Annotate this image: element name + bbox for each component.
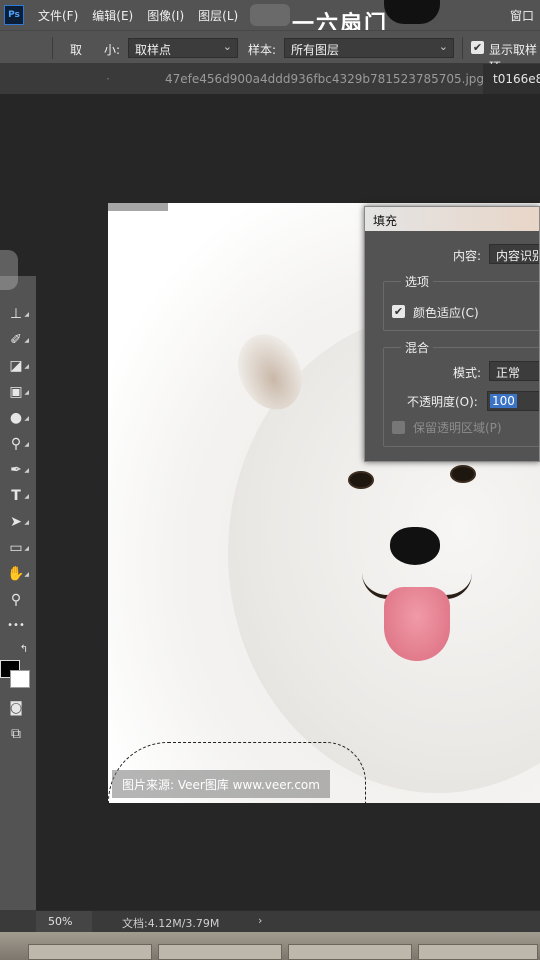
sample-size-select[interactable]: 取样点 ⌄ [128,38,238,58]
background-color-swatch[interactable] [10,670,30,688]
mode-label: 模式: [453,366,482,380]
tab-label: t0166e8 [493,72,540,86]
tab-document-active[interactable]: t0166e8 [483,64,540,94]
chevron-down-icon: ⌄ [438,40,448,53]
canvas-top-strip [108,203,168,211]
opacity-label: 不透明度(O): [407,395,478,409]
dog-eye-left [348,471,374,489]
menu-edit[interactable]: 编辑(E) [92,7,133,24]
taskbar-item[interactable] [158,944,282,960]
opacity-value: 100 [490,394,517,408]
chevron-down-icon: ⌄ [222,40,232,53]
dog-nose [390,527,440,565]
status-bar: 50% 文档:4.12M/3.79M › [36,910,540,933]
mode-select[interactable]: 正常 [489,361,539,381]
more-glyph: ••• [7,620,25,631]
document-tab-bar: · 47efe456d900a4ddd936fbc4329b7815237857… [0,64,540,94]
stamp-icon[interactable]: ⊥ ◢ [6,304,29,324]
screen-mode-icon[interactable]: ⧉ [6,724,26,744]
dodge-icon[interactable]: ⚲ ◢ [6,434,29,454]
tab-overflow[interactable]: · [100,64,120,94]
toolbar-footer [0,910,36,932]
menu-file[interactable]: 文件(F) [38,7,78,24]
history-brush-icon[interactable]: ✐ ◢ [6,330,29,350]
tab-label: 47efe456d900a4ddd936fbc4329b781523785705… [165,72,483,86]
taskbar-item[interactable] [418,944,538,960]
eraser-icon[interactable]: ◪ ◢ [6,356,29,376]
path-select-icon[interactable]: ➤ ◢ [6,512,29,532]
content-select[interactable]: 内容识别 [489,244,540,264]
preserve-transparency-checkbox[interactable] [392,421,405,434]
opacity-input[interactable]: 100 [487,391,539,411]
blurred-overlay [250,4,290,26]
swap-colors-icon[interactable]: ↰ [14,640,34,660]
divider [462,37,463,59]
rectangle-icon[interactable]: ▭ ◢ [6,538,29,558]
photoshop-logo-icon[interactable]: Ps [4,5,24,25]
screen-smudge [0,250,18,290]
options-bar: 取 小: 取样点 ⌄ 样本: 所有图层 ⌄ ✔ 显示取样环 [0,30,540,74]
fill-dialog: 填充 内容: 内容识别 选项 ✔ 颜色适应(C) 混合 模式: 正常 不透明度(… [364,206,540,462]
dog-eye-right [450,465,476,483]
color-adapt-label: 颜色适应(C) [413,306,479,320]
document-size-info: 文档:4.12M/3.79M [122,917,220,930]
blend-legend: 混合 [401,339,434,356]
show-ring-checkbox[interactable]: ✔ [471,41,484,54]
content-label: 内容: [453,249,482,263]
preserve-transparency-label: 保留透明区域(P) [413,421,502,435]
tools-panel: ⊥ ◢ ✐ ◢ ◪ ◢ ▣ ◢ ● ◢ ⚲ ◢ ✒ ◢ T ◢ ➤ ◢ ▭ ◢ ✋ ◢ ⚲ ••• ↰… [0,94,36,910]
sample-select[interactable]: 所有图层 ⌄ [284,38,454,58]
quick-mask-icon[interactable]: ◙ [6,698,26,718]
type-glyph: T [11,488,21,504]
sample-size-label: 取 [70,43,83,57]
zoom-level-field[interactable]: 50% [36,911,92,933]
sample-label: 样本: [248,43,277,57]
status-menu-arrow-icon[interactable]: › [258,914,262,927]
image-watermark: 图片来源: Veer图库 www.veer.com [112,770,330,798]
menu-window[interactable]: 窗口 [510,7,534,24]
more-icon[interactable]: ••• [6,616,26,636]
toolbar-dark-region [0,94,36,276]
sample-size-value: 取样点 [135,43,172,57]
os-taskbar [0,932,540,960]
taskbar-item[interactable] [288,944,412,960]
sample-size-label-suffix: 小: [104,43,121,57]
gradient-icon[interactable]: ▣ ◢ [6,382,29,402]
divider [52,37,53,59]
zoom-icon[interactable]: ⚲ [6,590,26,610]
mode-value: 正常 [496,366,521,380]
tab-document-jpg[interactable]: 47efe456d900a4ddd936fbc4329b781523785705… [155,64,483,94]
menu-image[interactable]: 图像(I) [147,7,184,24]
sample-value: 所有图层 [291,43,340,57]
dialog-title[interactable]: 填充 [365,207,539,231]
taskbar-item[interactable] [28,944,152,960]
options-legend: 选项 [401,273,434,290]
type-icon[interactable]: T ◢ [6,486,29,506]
dog-tongue [384,587,450,661]
hand-icon[interactable]: ✋ ◢ [6,564,29,584]
color-adapt-checkbox[interactable]: ✔ [392,305,405,318]
pen-icon[interactable]: ✒ ◢ [6,460,29,480]
menu-layer[interactable]: 图层(L) [198,7,238,24]
blur-icon[interactable]: ● ◢ [6,408,29,428]
content-value: 内容识别 [496,249,540,263]
